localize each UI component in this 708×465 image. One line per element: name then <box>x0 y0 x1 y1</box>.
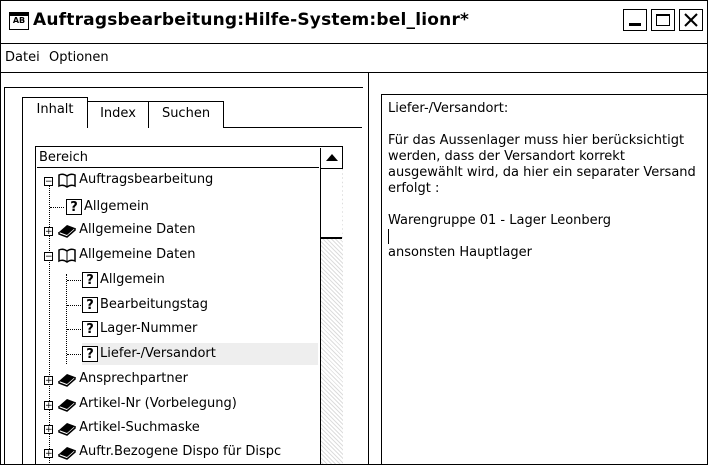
help-window: AB Auftragsbearbeitung:Hilfe-System:bel_… <box>0 0 708 465</box>
tree-item[interactable]: − Allgemeine Daten <box>44 244 195 266</box>
app-icon-text: AB <box>12 16 26 25</box>
menu-datei[interactable]: Datei <box>5 50 40 65</box>
topic-content-pane[interactable]: Liefer-/Versandort: Für das Aussenlager … <box>381 94 707 464</box>
tree-item[interactable]: + Ansprechpartner <box>44 368 188 390</box>
tree-item-label: Allgemeine Daten <box>79 247 196 262</box>
title-bar[interactable]: AB Auftragsbearbeitung:Hilfe-System:bel_… <box>1 1 707 44</box>
tree-header: Bereich <box>37 148 319 168</box>
topic-content: Liefer-/Versandort: Für das Aussenlager … <box>388 101 700 261</box>
tree-connector <box>67 354 81 355</box>
topic-paragraph: Für das Aussenlager muss hier berücksich… <box>388 133 696 196</box>
tree-item[interactable]: + Artikel-Suchmaske <box>44 417 200 439</box>
topic-heading: Liefer-/Versandort: <box>388 101 509 116</box>
contents-tree[interactable]: Bereich − Auftragsbearbeitung ? Allgemein… <box>35 146 343 464</box>
close-icon <box>684 13 698 27</box>
tree-item-label: Liefer-/Versandort <box>100 346 216 361</box>
tree-item[interactable]: − Auftragsbearbeitung <box>44 169 213 191</box>
closed-book-icon <box>58 446 76 460</box>
help-page-icon: ? <box>82 296 98 313</box>
tab-index[interactable]: Index <box>87 101 149 128</box>
closed-book-icon <box>58 422 76 436</box>
menu-optionen[interactable]: Optionen <box>49 50 109 65</box>
help-page-icon: ? <box>66 198 82 215</box>
tree-item-label: Lager-Nummer <box>100 321 198 336</box>
expand-icon[interactable]: + <box>44 425 53 435</box>
tree-item[interactable]: + Auftr.Bezogene Dispo für Dispc <box>44 441 281 463</box>
tree-item-selected[interactable]: ? Liefer-/Versandort <box>82 343 318 365</box>
collapse-icon[interactable]: − <box>44 177 53 187</box>
expand-icon[interactable]: + <box>44 401 53 411</box>
help-page-icon: ? <box>82 345 98 362</box>
tree-connector <box>66 274 67 364</box>
tree-item[interactable]: + Allgemeine Daten <box>44 219 195 241</box>
closed-book-icon <box>58 224 76 238</box>
collapse-icon[interactable]: − <box>44 252 53 262</box>
tree-item-label: Ansprechpartner <box>79 371 188 386</box>
tab-index-label: Index <box>100 106 136 121</box>
help-page-icon: ? <box>82 271 98 288</box>
tree-item[interactable]: ? Allgemein <box>82 269 165 291</box>
tab-suchen[interactable]: Suchen <box>148 101 224 128</box>
tree-item-label: Artikel-Nr (Vorbelegung) <box>79 396 237 411</box>
window-title: Auftragsbearbeitung:Hilfe-System:bel_lio… <box>33 10 470 30</box>
tree-connector <box>67 305 81 306</box>
tree-item[interactable]: ? Allgemein <box>66 196 149 218</box>
tree-item[interactable]: ? Lager-Nummer <box>82 318 197 340</box>
tab-suchen-label: Suchen <box>161 106 211 121</box>
expand-icon[interactable]: + <box>44 449 53 459</box>
tab-panel-edge <box>22 127 23 464</box>
open-book-icon <box>58 247 76 263</box>
topic-line-warengruppe: Warengruppe 01 - Lager Leonberg <box>388 213 612 228</box>
tree-item-label: Auftragsbearbeitung <box>79 172 214 187</box>
pane-splitter[interactable] <box>369 73 707 93</box>
tree-item[interactable]: ? Bearbeitungstag <box>82 294 208 316</box>
tab-inhalt[interactable]: Inhalt <box>22 97 88 128</box>
menu-bar: Datei Optionen <box>1 44 707 73</box>
topic-line-hauptlager: ansonsten Hauptlager <box>388 245 532 260</box>
tree-item-label: Bearbeitungstag <box>100 297 209 312</box>
tree-connector <box>50 207 64 208</box>
minimize-button[interactable] <box>623 9 647 31</box>
closed-book-icon <box>58 373 76 387</box>
tree-item-label: Allgemein <box>84 199 149 214</box>
close-button[interactable] <box>679 9 703 31</box>
tree-item-label: Allgemeine Daten <box>79 222 196 237</box>
help-page-icon: ? <box>82 320 98 337</box>
tree-item-label: Auftr.Bezogene Dispo für Dispc <box>79 444 282 459</box>
tree-item-label: Artikel-Suchmaske <box>79 420 200 435</box>
expand-icon[interactable]: + <box>44 227 53 237</box>
maximize-button[interactable] <box>651 9 675 31</box>
tree-connector <box>67 280 81 281</box>
tab-inhalt-label: Inhalt <box>36 102 74 117</box>
tree-connector <box>67 329 81 330</box>
text-caret <box>388 229 700 245</box>
closed-book-icon <box>58 398 76 412</box>
expand-icon[interactable]: + <box>44 376 53 386</box>
tree-item-label: Allgemein <box>100 272 165 287</box>
scrollbar-thumb[interactable] <box>320 169 342 239</box>
tree-item[interactable]: + Artikel-Nr (Vorbelegung) <box>44 393 237 415</box>
scroll-up-button[interactable] <box>320 148 342 169</box>
app-icon[interactable]: AB <box>9 12 29 30</box>
open-book-icon <box>58 172 76 188</box>
